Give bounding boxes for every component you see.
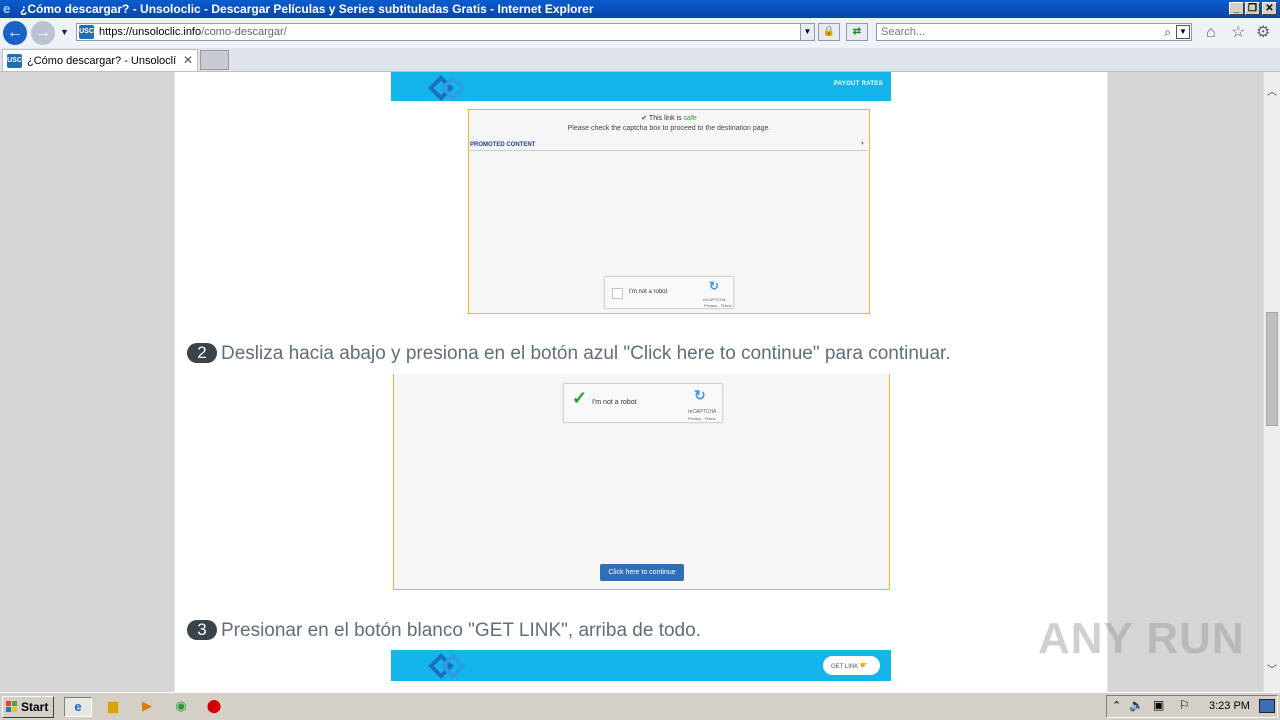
forward-arrow-icon: → xyxy=(35,24,51,41)
recaptcha-logo-icon: ↻ xyxy=(709,279,720,293)
search-input[interactable] xyxy=(881,25,1151,39)
search-dropdown-icon[interactable]: ▼ xyxy=(1176,25,1190,39)
ad-network-logo-icon: ◑ xyxy=(859,140,864,147)
address-bar[interactable]: USC https://unsoloclic.info/como-descarg… xyxy=(76,23,815,41)
recaptcha-widget-1[interactable]: I'm not a robot ↻ reCAPTCHA Privacy - Te… xyxy=(604,276,734,309)
shortener-banner-top: PAYOUT RATES xyxy=(391,72,891,101)
taskbar-ie-icon[interactable]: e xyxy=(64,697,92,717)
tab-label: ¿Cómo descargar? - Unsoloclí... xyxy=(27,55,177,67)
clock[interactable]: 3:23 PM xyxy=(1209,700,1250,712)
promoted-content-label: PROMOTED CONTENT xyxy=(470,142,536,148)
page-viewport: PAYOUT RATES ✔ This link is safe Please … xyxy=(0,72,1263,692)
tab-como-descargar[interactable]: USC ¿Cómo descargar? - Unsoloclí... ✕ xyxy=(2,49,198,71)
navigation-bar: ← → ▼ USC https://unsoloclic.info/como-d… xyxy=(0,18,1280,49)
action-center-flag-icon[interactable]: ⚐ xyxy=(1179,698,1190,712)
back-arrow-icon: ← xyxy=(7,24,23,41)
site-favicon-icon: USC xyxy=(79,25,94,39)
minimize-button[interactable]: _ xyxy=(1229,2,1244,15)
search-box[interactable]: ⌕ ▼ xyxy=(876,23,1192,41)
volume-icon[interactable]: 🔈 xyxy=(1129,698,1144,712)
taskbar: Start e ▆ ▶ ◉ ⬤ ⌃ 🔈 ▣ ⚐ 3:23 PM xyxy=(0,692,1280,720)
home-icon[interactable]: ⌂ xyxy=(1206,24,1216,42)
anyrun-watermark: ANY RUN xyxy=(1038,614,1245,663)
gear-icon[interactable]: ⚙ xyxy=(1256,24,1270,42)
tab-favicon-icon: USC xyxy=(7,54,22,68)
recaptcha-logo-icon: ↻ xyxy=(694,387,706,403)
recaptcha-links[interactable]: Privacy - Terms xyxy=(704,303,731,308)
history-dropdown-icon[interactable]: ▼ xyxy=(60,27,69,37)
taskbar-explorer-icon[interactable]: ▆ xyxy=(102,697,124,717)
payout-rates-link[interactable]: PAYOUT RATES xyxy=(834,81,883,87)
safe-link-notice: ✔ This link is safe xyxy=(641,115,697,122)
system-tray: ⌃ 🔈 ▣ ⚐ 3:23 PM xyxy=(1106,695,1278,718)
shortener-banner-bottom: GET LINK ☛ xyxy=(391,650,891,681)
step-2-badge: 2 xyxy=(187,343,217,363)
favorites-star-icon[interactable]: ☆ xyxy=(1231,24,1245,42)
taskbar-opera-icon[interactable]: ⬤ xyxy=(203,697,225,717)
search-icon[interactable]: ⌕ xyxy=(1164,24,1171,40)
lock-icon[interactable]: 🔒 xyxy=(818,23,840,41)
recaptcha-brand: reCAPTCHA xyxy=(688,409,717,415)
new-tab-button[interactable] xyxy=(200,50,229,70)
back-button[interactable]: ← xyxy=(3,21,27,45)
window-title: ¿Cómo descargar? - Unsoloclic - Descarga… xyxy=(20,2,594,16)
scrollbar-thumb[interactable] xyxy=(1266,312,1278,426)
vertical-scrollbar[interactable]: ︿ ﹀ xyxy=(1263,72,1280,692)
windows-flag-icon xyxy=(6,701,17,712)
refresh-icon[interactable]: ⇄ xyxy=(846,23,868,41)
recaptcha-widget-2[interactable]: ✓ I'm not a robot ↻ reCAPTCHA Privacy - … xyxy=(563,383,723,423)
recaptcha-brand: reCAPTCHA xyxy=(703,297,726,302)
recaptcha-checked-icon[interactable]: ✓ xyxy=(572,388,587,409)
captcha-instruction: Please check the captcha box to proceed … xyxy=(567,125,771,132)
site-logo-icon xyxy=(428,75,466,101)
start-button[interactable]: Start xyxy=(2,696,54,718)
tab-bar: USC ¿Cómo descargar? - Unsoloclí... ✕ xyxy=(0,48,1280,72)
recaptcha-links[interactable]: Privacy - Terms xyxy=(688,416,715,421)
promoted-header: PROMOTED CONTENT ◑ xyxy=(469,140,867,151)
taskbar-chrome-icon[interactable]: ◉ xyxy=(170,697,192,717)
click-here-to-continue-button[interactable]: Click here to continue xyxy=(600,564,684,581)
site-logo-icon xyxy=(428,653,466,679)
ie-logo-icon: e xyxy=(3,1,11,16)
step-2-text: 2 Desliza hacia abajo y presiona en el bo… xyxy=(187,343,951,365)
taskbar-media-player-icon[interactable]: ▶ xyxy=(136,697,158,717)
forward-button[interactable]: → xyxy=(31,21,55,45)
check-icon: ✔ xyxy=(641,115,648,122)
close-window-button[interactable]: ✕ xyxy=(1262,2,1277,15)
step-3-badge: 3 xyxy=(187,620,217,640)
get-link-button[interactable]: GET LINK ☛ xyxy=(823,656,880,675)
address-dropdown-button[interactable]: ▼ xyxy=(800,23,815,41)
hand-pointer-icon: ☛ xyxy=(859,660,868,670)
start-label: Start xyxy=(21,700,49,714)
title-bar: e ¿Cómo descargar? - Unsoloclic - Descar… xyxy=(0,0,1280,18)
scroll-up-icon[interactable]: ︿ xyxy=(1264,84,1280,101)
tab-close-icon[interactable]: ✕ xyxy=(183,53,193,67)
show-desktop-icon[interactable] xyxy=(1259,699,1275,713)
address-url[interactable]: https://unsoloclic.info/como-descargar/ xyxy=(99,25,287,39)
network-icon[interactable]: ▣ xyxy=(1153,698,1164,712)
step-3-text: 3 Presionar en el botón blanco "GET LINK"… xyxy=(187,620,701,642)
scroll-down-icon[interactable]: ﹀ xyxy=(1264,662,1280,679)
article-content: PAYOUT RATES ✔ This link is safe Please … xyxy=(174,72,1108,692)
restore-button[interactable]: ❐ xyxy=(1245,2,1260,15)
recaptcha-label: I'm not a robot xyxy=(629,289,668,295)
captcha-panel-2: ✓ I'm not a robot ↻ reCAPTCHA Privacy - … xyxy=(393,374,890,590)
recaptcha-checkbox[interactable] xyxy=(612,288,623,299)
tray-expand-icon[interactable]: ⌃ xyxy=(1112,699,1121,712)
captcha-panel-1: ✔ This link is safe Please check the cap… xyxy=(468,109,870,314)
recaptcha-label: I'm not a robot xyxy=(592,399,637,406)
